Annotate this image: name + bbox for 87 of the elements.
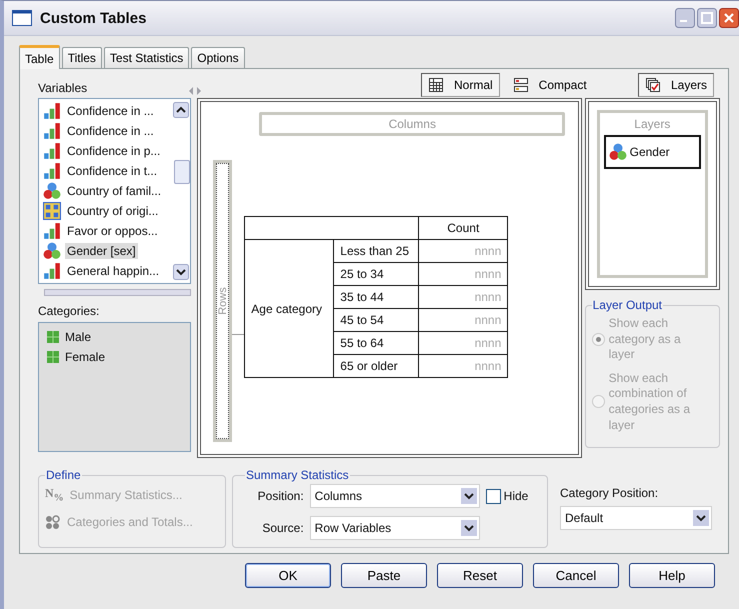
- position-dropdown[interactable]: Columns: [310, 484, 480, 508]
- value-cell: nnnn: [418, 240, 508, 262]
- grid-icon: [47, 351, 59, 363]
- group-legend: Layer Output: [592, 298, 663, 312]
- category-cell: 45 to 54: [334, 308, 419, 332]
- dialog-button[interactable]: Help: [629, 563, 715, 588]
- tab[interactable]: Options: [191, 47, 245, 68]
- table-icon: [428, 77, 444, 93]
- view-button[interactable]: Compact: [506, 73, 594, 97]
- layers-title: Layers: [634, 117, 670, 131]
- grid-icon: [47, 331, 59, 343]
- variable-item[interactable]: Confidence in ...: [43, 101, 172, 121]
- variable-item[interactable]: Confidence in t...: [43, 161, 172, 181]
- scroll-up-icon[interactable]: [173, 102, 190, 118]
- variable-name: General happin...: [66, 263, 160, 279]
- bar-chart-icon: [43, 122, 61, 140]
- source-label: Source:: [261, 521, 304, 535]
- layer-name: Gender: [630, 145, 670, 159]
- category-name: Female: [65, 350, 106, 364]
- category-cell: 65 or older: [334, 354, 419, 378]
- variable-item[interactable]: Confidence in ...: [43, 121, 172, 141]
- category-cell: Less than 25: [334, 240, 419, 262]
- grid-icon: [43, 202, 61, 220]
- variable-name: Confidence in ...: [66, 103, 155, 119]
- category-cell: 55 to 64: [334, 332, 419, 354]
- source-dropdown[interactable]: Row Variables: [310, 516, 480, 540]
- variable-item[interactable]: Confidence in p...: [43, 141, 172, 161]
- layers-icon: [644, 77, 661, 93]
- dialog-button[interactable]: Reset: [437, 563, 523, 588]
- variable-name: Confidence in ...: [66, 123, 155, 139]
- tab[interactable]: Test Statistics: [104, 47, 190, 68]
- compact-rows-icon: [512, 77, 529, 93]
- variable-item[interactable]: Country of famil...: [43, 181, 172, 201]
- column-header: Count: [418, 216, 508, 240]
- dialog-button[interactable]: Cancel: [533, 563, 619, 588]
- circles-icon: [608, 143, 627, 161]
- dialog-button[interactable]: OK: [245, 563, 331, 588]
- window-icon: [12, 10, 32, 26]
- close-icon[interactable]: [719, 8, 739, 28]
- scroll-thumb[interactable]: [174, 160, 190, 184]
- bar-chart-icon: [43, 222, 61, 240]
- layer-item[interactable]: Gender: [604, 135, 701, 169]
- value-cell: nnnn: [418, 308, 508, 332]
- category-cell: 25 to 34: [334, 262, 419, 286]
- circles-icon: [43, 242, 61, 260]
- group-legend: Summary Statistics: [245, 468, 350, 482]
- categories-label: Categories:: [38, 304, 100, 318]
- category-position-dropdown[interactable]: Default: [560, 506, 712, 530]
- minimize-icon[interactable]: [675, 8, 695, 28]
- circles-icon: [43, 182, 61, 200]
- category-cell: 35 to 44: [334, 286, 419, 308]
- variable-name: Confidence in t...: [66, 163, 158, 179]
- variable-item[interactable]: Favor or oppos...: [43, 221, 172, 241]
- category-name: Male: [65, 330, 92, 344]
- variable-name: Country of famil...: [66, 183, 162, 199]
- variables-label: Variables: [38, 80, 88, 95]
- variable-name: Gender [sex]: [65, 243, 138, 259]
- layers-button[interactable]: Layers: [638, 73, 714, 97]
- variable-item[interactable]: Country of origi...: [43, 201, 172, 221]
- bar-chart-icon: [43, 162, 61, 180]
- variable-item[interactable]: Gender [sex]: [43, 241, 172, 261]
- row-variable-cell: Age category: [244, 240, 334, 378]
- tab[interactable]: Table: [19, 45, 60, 69]
- value-cell: nnnn: [418, 354, 508, 378]
- variable-name: Country of origi...: [66, 203, 160, 219]
- variable-item[interactable]: General happin...: [43, 261, 172, 281]
- window-title: Custom Tables: [40, 10, 148, 26]
- maximize-icon[interactable]: [697, 8, 717, 28]
- dialog-button[interactable]: Paste: [341, 563, 427, 588]
- n-percent-icon: N$_{%}$: [45, 487, 64, 504]
- dots-icon: [45, 515, 61, 530]
- bar-chart-icon: [43, 142, 61, 160]
- tab[interactable]: Titles: [62, 47, 102, 68]
- checkbox[interactable]: [486, 488, 501, 504]
- scroll-down-icon[interactable]: [173, 264, 190, 280]
- value-cell: nnnn: [418, 332, 508, 354]
- bar-chart-icon: [43, 262, 61, 280]
- variable-name: Confidence in p...: [66, 143, 162, 159]
- category-position-label: Category Position:: [560, 486, 660, 500]
- value-cell: nnnn: [418, 262, 508, 286]
- bar-chart-icon: [43, 102, 61, 120]
- view-button[interactable]: Normal: [421, 73, 500, 97]
- position-label: Position:: [256, 489, 304, 503]
- group-legend: Define: [45, 468, 82, 482]
- hide-checkbox[interactable]: Hide: [486, 488, 541, 504]
- value-cell: nnnn: [418, 286, 508, 308]
- variable-name: Favor or oppos...: [66, 223, 159, 239]
